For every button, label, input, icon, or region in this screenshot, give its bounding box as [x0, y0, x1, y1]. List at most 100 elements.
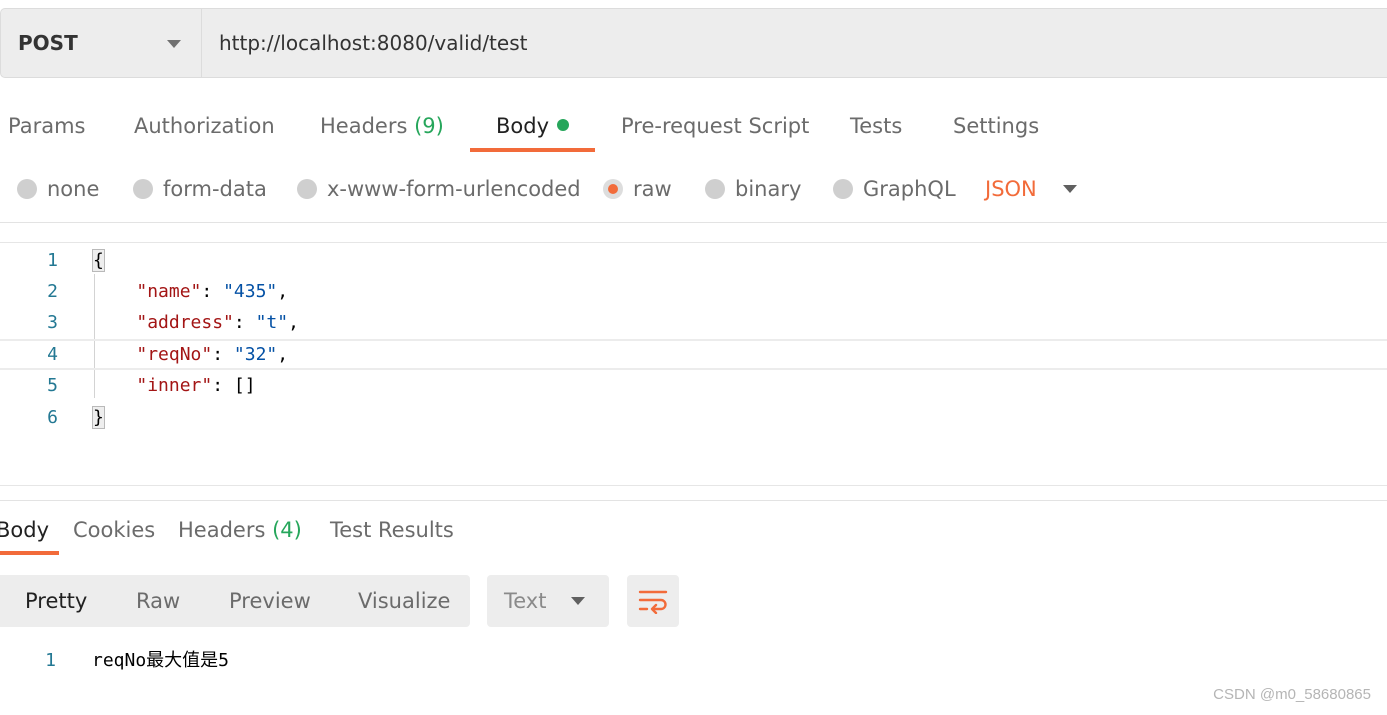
- code-text: "address": "t",: [136, 312, 299, 333]
- request-tabs: Params Authorization Headers (9) Body Pr…: [0, 98, 1100, 154]
- chevron-down-icon: [1062, 185, 1077, 193]
- language-label: JSON: [985, 177, 1037, 201]
- tab-pre-request-script[interactable]: Pre-request Script: [621, 98, 809, 154]
- tab-headers-label: Headers: [320, 114, 408, 138]
- response-format-label: Text: [504, 589, 547, 613]
- divider: [0, 500, 1387, 501]
- line-number: 6: [47, 407, 58, 428]
- response-text: reqNo最大值是5: [92, 650, 230, 671]
- body-type-binary[interactable]: binary: [705, 166, 801, 212]
- body-type-graphql-label: GraphQL: [863, 177, 956, 201]
- tab-authorization-label: Authorization: [134, 114, 275, 138]
- code-text: {: [92, 245, 105, 276]
- tab-settings[interactable]: Settings: [953, 98, 1039, 154]
- body-type-raw-label: raw: [633, 177, 672, 201]
- tab-headers[interactable]: Headers (9): [320, 98, 444, 154]
- view-visualize-button[interactable]: Visualize: [358, 575, 450, 627]
- body-type-graphql[interactable]: GraphQL: [833, 166, 956, 212]
- view-raw-button[interactable]: Raw: [136, 575, 180, 627]
- body-type-urlencoded[interactable]: x-www-form-urlencoded: [297, 166, 581, 212]
- radio-icon: [17, 179, 37, 199]
- json-comma: ,: [277, 281, 289, 302]
- wrap-lines-button[interactable]: [627, 575, 679, 627]
- json-key: "address": [136, 312, 234, 333]
- method-label: POST: [18, 31, 78, 55]
- response-tab-headers-label: Headers: [178, 518, 266, 542]
- code-line-current: 4 "reqNo": "32",: [0, 339, 1387, 370]
- view-pretty-button[interactable]: Pretty: [25, 575, 87, 627]
- code-text: "name": "435",: [136, 281, 289, 302]
- code-text: }: [92, 402, 105, 433]
- request-body-editor[interactable]: 1 { 2 "name": "435", 3 "address": "t", 4…: [0, 242, 1387, 486]
- tab-body[interactable]: Body: [496, 98, 570, 154]
- json-comma: ,: [277, 344, 289, 365]
- json-value: "32": [233, 344, 278, 365]
- json-comma: ,: [288, 312, 299, 333]
- divider: [0, 222, 1387, 223]
- url-input[interactable]: [202, 9, 1387, 77]
- line-number: 5: [47, 375, 58, 396]
- json-key: "name": [136, 281, 202, 302]
- body-type-none[interactable]: none: [17, 166, 99, 212]
- response-tab-headers-count: (4): [272, 518, 302, 542]
- open-brace: {: [92, 249, 105, 272]
- code-text: "inner": []: [136, 375, 256, 396]
- tab-body-label: Body: [496, 114, 550, 138]
- line-number: 1: [45, 650, 56, 671]
- code-line: 6 }: [0, 402, 1387, 433]
- response-tab-body-label: Body: [0, 518, 50, 542]
- response-tabs: Body Cookies Headers (4) Test Results: [0, 510, 600, 552]
- view-raw-label: Raw: [136, 589, 181, 613]
- watermark: CSDN @m0_58680865: [1213, 686, 1371, 703]
- view-pretty-label: Pretty: [25, 589, 88, 613]
- code-text: "reqNo": "32",: [136, 344, 289, 365]
- view-preview-button[interactable]: Preview: [229, 575, 311, 627]
- body-type-urlencoded-label: x-www-form-urlencoded: [327, 177, 581, 201]
- chevron-down-icon: [571, 597, 585, 605]
- wrap-lines-icon: [638, 590, 668, 614]
- radio-icon: [705, 179, 725, 199]
- body-type-binary-label: binary: [735, 177, 802, 201]
- response-tab-headers[interactable]: Headers (4): [178, 510, 302, 550]
- code-line: 3 "address": "t",: [0, 307, 1387, 338]
- active-response-tab-indicator: [0, 551, 59, 555]
- json-value: "t": [255, 312, 289, 333]
- code-line: 1 {: [0, 245, 1387, 276]
- json-value: "435": [223, 281, 278, 302]
- response-format-select[interactable]: Text: [487, 575, 609, 627]
- json-key: "reqNo": [136, 344, 213, 365]
- line-number: 4: [47, 344, 58, 365]
- json-key: "inner": [136, 375, 213, 396]
- response-body-viewer[interactable]: 1 reqNo最大值是5: [0, 645, 700, 676]
- line-number: 3: [47, 312, 58, 333]
- tab-params[interactable]: Params: [8, 98, 86, 154]
- code-line: 2 "name": "435",: [0, 276, 1387, 307]
- tab-tests[interactable]: Tests: [850, 98, 902, 154]
- radio-icon: [133, 179, 153, 199]
- body-type-form-data-label: form-data: [163, 177, 267, 201]
- close-brace: }: [92, 406, 105, 429]
- request-url-bar: POST: [0, 8, 1387, 78]
- tab-tests-label: Tests: [850, 114, 903, 138]
- active-tab-indicator: [470, 148, 595, 152]
- response-tab-cookies[interactable]: Cookies: [73, 510, 155, 550]
- response-tab-test-results-label: Test Results: [330, 518, 454, 542]
- body-type-none-label: none: [47, 177, 100, 201]
- body-type-form-data[interactable]: form-data: [133, 166, 267, 212]
- chevron-down-icon: [167, 40, 181, 48]
- tab-headers-count: (9): [414, 114, 444, 138]
- code-line: 5 "inner": []: [0, 370, 1387, 401]
- response-tab-test-results[interactable]: Test Results: [330, 510, 454, 550]
- tab-params-label: Params: [8, 114, 86, 138]
- tab-pre-request-script-label: Pre-request Script: [621, 114, 810, 138]
- response-tab-cookies-label: Cookies: [73, 518, 156, 542]
- json-value: []: [233, 375, 256, 396]
- method-select[interactable]: POST: [1, 9, 202, 77]
- view-preview-label: Preview: [229, 589, 311, 613]
- radio-icon: [297, 179, 317, 199]
- line-number: 1: [47, 250, 58, 271]
- tab-authorization[interactable]: Authorization: [134, 98, 275, 154]
- language-select[interactable]: JSON: [985, 166, 1077, 212]
- body-type-raw[interactable]: raw: [603, 166, 672, 212]
- response-tab-body[interactable]: Body: [0, 510, 49, 550]
